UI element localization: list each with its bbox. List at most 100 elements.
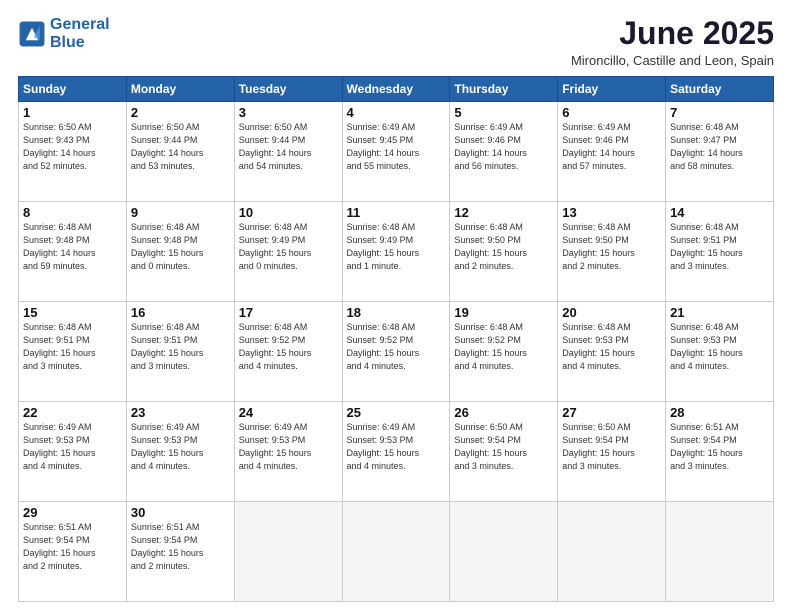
table-row: 24Sunrise: 6:49 AM Sunset: 9:53 PM Dayli… (234, 402, 342, 502)
day-info: Sunrise: 6:51 AM Sunset: 9:54 PM Dayligh… (23, 521, 122, 573)
table-row (558, 502, 666, 602)
col-tuesday: Tuesday (234, 77, 342, 102)
day-info: Sunrise: 6:48 AM Sunset: 9:51 PM Dayligh… (23, 321, 122, 373)
day-number: 24 (239, 405, 338, 420)
table-row: 27Sunrise: 6:50 AM Sunset: 9:54 PM Dayli… (558, 402, 666, 502)
col-thursday: Thursday (450, 77, 558, 102)
day-info: Sunrise: 6:49 AM Sunset: 9:53 PM Dayligh… (347, 421, 446, 473)
day-number: 14 (670, 205, 769, 220)
table-row: 4Sunrise: 6:49 AM Sunset: 9:45 PM Daylig… (342, 102, 450, 202)
table-row: 16Sunrise: 6:48 AM Sunset: 9:51 PM Dayli… (126, 302, 234, 402)
table-row: 26Sunrise: 6:50 AM Sunset: 9:54 PM Dayli… (450, 402, 558, 502)
day-info: Sunrise: 6:48 AM Sunset: 9:51 PM Dayligh… (131, 321, 230, 373)
day-number: 20 (562, 305, 661, 320)
day-info: Sunrise: 6:48 AM Sunset: 9:47 PM Dayligh… (670, 121, 769, 173)
day-number: 2 (131, 105, 230, 120)
calendar-week-row: 15Sunrise: 6:48 AM Sunset: 9:51 PM Dayli… (19, 302, 774, 402)
table-row: 11Sunrise: 6:48 AM Sunset: 9:49 PM Dayli… (342, 202, 450, 302)
day-info: Sunrise: 6:49 AM Sunset: 9:53 PM Dayligh… (23, 421, 122, 473)
col-saturday: Saturday (666, 77, 774, 102)
day-number: 17 (239, 305, 338, 320)
day-info: Sunrise: 6:49 AM Sunset: 9:45 PM Dayligh… (347, 121, 446, 173)
col-sunday: Sunday (19, 77, 127, 102)
table-row: 23Sunrise: 6:49 AM Sunset: 9:53 PM Dayli… (126, 402, 234, 502)
calendar-week-row: 8Sunrise: 6:48 AM Sunset: 9:48 PM Daylig… (19, 202, 774, 302)
day-number: 3 (239, 105, 338, 120)
day-number: 21 (670, 305, 769, 320)
day-number: 15 (23, 305, 122, 320)
day-number: 8 (23, 205, 122, 220)
day-info: Sunrise: 6:48 AM Sunset: 9:53 PM Dayligh… (670, 321, 769, 373)
day-info: Sunrise: 6:49 AM Sunset: 9:46 PM Dayligh… (454, 121, 553, 173)
day-info: Sunrise: 6:48 AM Sunset: 9:49 PM Dayligh… (239, 221, 338, 273)
day-number: 1 (23, 105, 122, 120)
table-row: 3Sunrise: 6:50 AM Sunset: 9:44 PM Daylig… (234, 102, 342, 202)
table-row: 6Sunrise: 6:49 AM Sunset: 9:46 PM Daylig… (558, 102, 666, 202)
day-info: Sunrise: 6:48 AM Sunset: 9:52 PM Dayligh… (347, 321, 446, 373)
day-info: Sunrise: 6:48 AM Sunset: 9:52 PM Dayligh… (454, 321, 553, 373)
table-row (666, 502, 774, 602)
day-info: Sunrise: 6:50 AM Sunset: 9:44 PM Dayligh… (131, 121, 230, 173)
day-number: 22 (23, 405, 122, 420)
logo-text: General Blue (50, 16, 110, 51)
day-number: 29 (23, 505, 122, 520)
day-number: 30 (131, 505, 230, 520)
table-row: 21Sunrise: 6:48 AM Sunset: 9:53 PM Dayli… (666, 302, 774, 402)
day-info: Sunrise: 6:48 AM Sunset: 9:48 PM Dayligh… (23, 221, 122, 273)
day-info: Sunrise: 6:48 AM Sunset: 9:48 PM Dayligh… (131, 221, 230, 273)
day-number: 16 (131, 305, 230, 320)
table-row: 8Sunrise: 6:48 AM Sunset: 9:48 PM Daylig… (19, 202, 127, 302)
day-info: Sunrise: 6:48 AM Sunset: 9:52 PM Dayligh… (239, 321, 338, 373)
location: Mironcillo, Castille and Leon, Spain (571, 53, 774, 68)
table-row: 17Sunrise: 6:48 AM Sunset: 9:52 PM Dayli… (234, 302, 342, 402)
page: General Blue June 2025 Mironcillo, Casti… (0, 0, 792, 612)
day-number: 23 (131, 405, 230, 420)
title-block: June 2025 Mironcillo, Castille and Leon,… (571, 16, 774, 68)
col-monday: Monday (126, 77, 234, 102)
table-row: 2Sunrise: 6:50 AM Sunset: 9:44 PM Daylig… (126, 102, 234, 202)
table-row: 5Sunrise: 6:49 AM Sunset: 9:46 PM Daylig… (450, 102, 558, 202)
day-info: Sunrise: 6:51 AM Sunset: 9:54 PM Dayligh… (670, 421, 769, 473)
table-row: 9Sunrise: 6:48 AM Sunset: 9:48 PM Daylig… (126, 202, 234, 302)
day-number: 28 (670, 405, 769, 420)
day-info: Sunrise: 6:48 AM Sunset: 9:53 PM Dayligh… (562, 321, 661, 373)
day-number: 13 (562, 205, 661, 220)
table-row (234, 502, 342, 602)
table-row: 29Sunrise: 6:51 AM Sunset: 9:54 PM Dayli… (19, 502, 127, 602)
table-row: 25Sunrise: 6:49 AM Sunset: 9:53 PM Dayli… (342, 402, 450, 502)
calendar-table: Sunday Monday Tuesday Wednesday Thursday… (18, 76, 774, 602)
calendar-week-row: 1Sunrise: 6:50 AM Sunset: 9:43 PM Daylig… (19, 102, 774, 202)
table-row (342, 502, 450, 602)
day-number: 25 (347, 405, 446, 420)
day-number: 27 (562, 405, 661, 420)
calendar-header-row: Sunday Monday Tuesday Wednesday Thursday… (19, 77, 774, 102)
day-info: Sunrise: 6:50 AM Sunset: 9:54 PM Dayligh… (562, 421, 661, 473)
day-info: Sunrise: 6:50 AM Sunset: 9:43 PM Dayligh… (23, 121, 122, 173)
logo-line2: Blue (50, 34, 85, 51)
month-title: June 2025 (571, 16, 774, 51)
col-wednesday: Wednesday (342, 77, 450, 102)
day-info: Sunrise: 6:49 AM Sunset: 9:53 PM Dayligh… (131, 421, 230, 473)
day-info: Sunrise: 6:50 AM Sunset: 9:54 PM Dayligh… (454, 421, 553, 473)
day-info: Sunrise: 6:50 AM Sunset: 9:44 PM Dayligh… (239, 121, 338, 173)
day-info: Sunrise: 6:51 AM Sunset: 9:54 PM Dayligh… (131, 521, 230, 573)
logo: General Blue (18, 16, 110, 51)
table-row: 7Sunrise: 6:48 AM Sunset: 9:47 PM Daylig… (666, 102, 774, 202)
day-info: Sunrise: 6:48 AM Sunset: 9:50 PM Dayligh… (454, 221, 553, 273)
table-row: 15Sunrise: 6:48 AM Sunset: 9:51 PM Dayli… (19, 302, 127, 402)
table-row: 13Sunrise: 6:48 AM Sunset: 9:50 PM Dayli… (558, 202, 666, 302)
table-row: 12Sunrise: 6:48 AM Sunset: 9:50 PM Dayli… (450, 202, 558, 302)
day-number: 10 (239, 205, 338, 220)
table-row: 30Sunrise: 6:51 AM Sunset: 9:54 PM Dayli… (126, 502, 234, 602)
table-row: 1Sunrise: 6:50 AM Sunset: 9:43 PM Daylig… (19, 102, 127, 202)
day-info: Sunrise: 6:48 AM Sunset: 9:50 PM Dayligh… (562, 221, 661, 273)
day-number: 26 (454, 405, 553, 420)
day-number: 9 (131, 205, 230, 220)
table-row: 20Sunrise: 6:48 AM Sunset: 9:53 PM Dayli… (558, 302, 666, 402)
table-row: 19Sunrise: 6:48 AM Sunset: 9:52 PM Dayli… (450, 302, 558, 402)
logo-icon (18, 20, 46, 48)
logo-line1: General (50, 16, 110, 33)
table-row: 10Sunrise: 6:48 AM Sunset: 9:49 PM Dayli… (234, 202, 342, 302)
header: General Blue June 2025 Mironcillo, Casti… (18, 16, 774, 68)
day-number: 4 (347, 105, 446, 120)
